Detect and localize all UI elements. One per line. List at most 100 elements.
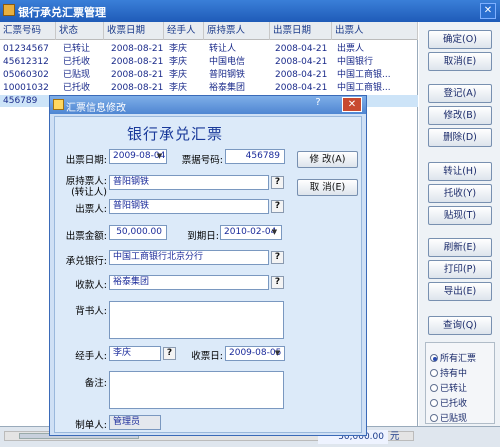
cell: 2008-04-21 <box>275 44 328 54</box>
table-row[interactable]: 01234567 已转让 2008-08-21 李庆 转让人 2008-04-2… <box>0 43 418 55</box>
cell: 普阳钢铁 <box>209 70 246 80</box>
due-date-picker[interactable]: 2010-02-04 ▼ <box>220 225 282 240</box>
column-header[interactable]: 原持票人 <box>204 22 270 40</box>
orig-holder-sublabel: (转让人) <box>71 187 107 198</box>
app-icon <box>3 4 15 16</box>
filter-collected[interactable]: 已托收 <box>430 396 467 409</box>
confirm-button[interactable]: 确定(O) <box>428 30 492 49</box>
cell: 李庆 <box>169 44 188 54</box>
discount-button[interactable]: 贴现(T) <box>428 206 492 225</box>
column-header[interactable]: 收票日期 <box>104 22 164 40</box>
endorser-label: 背书人: <box>75 306 107 317</box>
unit-label: 元 <box>390 431 400 442</box>
accept-bank-field[interactable]: 中国工商银行北京分行 <box>109 250 269 265</box>
filter-transferred[interactable]: 已转让 <box>430 381 467 394</box>
cell: 已托收 <box>63 57 91 67</box>
refresh-button[interactable]: 刷新(E) <box>428 238 492 257</box>
cell: 2008-08-21 <box>111 57 164 67</box>
cancel-button[interactable]: 取消(E) <box>428 52 492 71</box>
window-close-button[interactable]: ✕ <box>480 3 496 19</box>
cell: 10001032 <box>3 83 49 93</box>
cancel-dialog-button[interactable]: 取 消(E) <box>297 179 358 196</box>
cell: 已转让 <box>63 44 91 54</box>
transfer-button[interactable]: 转让(H) <box>428 162 492 181</box>
radio-label: 所有汇票 <box>440 354 477 364</box>
creator-label: 制单人: <box>75 420 107 431</box>
amount-field[interactable]: 50,000.00 <box>109 225 167 240</box>
cell: 裕泰集团 <box>209 83 246 93</box>
modify-button[interactable]: 修改(B) <box>428 106 492 125</box>
filter-all[interactable]: 所有汇票 <box>430 351 476 364</box>
cell: 2008-08-21 <box>111 70 164 80</box>
column-header[interactable]: 汇票号码 <box>0 22 56 40</box>
window-titlebar: 银行承兑汇票管理 ✕ <box>0 0 500 22</box>
handler-field[interactable]: 李庆 <box>109 346 161 361</box>
radio-dot <box>430 354 438 362</box>
cell: 李庆 <box>169 83 188 93</box>
dialog-titlebar: 汇票信息修改 ? ✕ <box>50 96 366 114</box>
print-button[interactable]: 打印(P) <box>428 260 492 279</box>
recv-date-label: 收票日: <box>191 351 223 362</box>
issue-date-picker[interactable]: 2009-08-04 ▼ <box>109 149 167 164</box>
window-title: 银行承兑汇票管理 <box>18 6 106 19</box>
drawer-field[interactable]: 普阳钢铁 <box>109 199 269 214</box>
payee-lookup-button[interactable]: ? <box>271 276 284 289</box>
table-row[interactable]: 45612312 已托收 2008-08-21 李庆 中国电信 2008-04-… <box>0 56 418 68</box>
cell: 456789 <box>3 96 38 106</box>
dialog-close-button[interactable]: ✕ <box>342 97 362 112</box>
cell: 2008-04-21 <box>275 83 328 93</box>
delete-button[interactable]: 删除(D) <box>428 128 492 147</box>
payee-label: 收款人: <box>75 280 107 291</box>
radio-label: 已托收 <box>440 399 468 409</box>
accept-bank-lookup-button[interactable]: ? <box>271 251 284 264</box>
filter-discounted[interactable]: 已贴现 <box>430 411 467 424</box>
column-header[interactable]: 出票人 <box>332 22 418 40</box>
handler-lookup-button[interactable]: ? <box>163 347 176 360</box>
cell: 2008-04-21 <box>275 57 328 67</box>
chevron-down-icon[interactable]: ▼ <box>272 348 283 359</box>
cell: 中国工商银... <box>337 70 391 80</box>
register-button[interactable]: 登记(A) <box>428 84 492 103</box>
chevron-down-icon[interactable]: ▼ <box>154 151 165 162</box>
table-row[interactable]: 05060302 已贴现 2008-08-21 李庆 普阳钢铁 2008-04-… <box>0 69 418 81</box>
orig-holder-field[interactable]: 普阳钢铁 <box>109 175 269 190</box>
export-button[interactable]: 导出(E) <box>428 282 492 301</box>
column-header[interactable]: 状态 <box>56 22 104 40</box>
column-header[interactable]: 经手人 <box>164 22 204 40</box>
query-button[interactable]: 查询(Q) <box>428 316 492 335</box>
cell: 中国银行 <box>337 57 374 67</box>
recv-date-picker[interactable]: 2009-08-05 ▼ <box>225 346 285 361</box>
cell: 中国工商银... <box>337 83 391 93</box>
radio-dot <box>430 369 438 377</box>
table-row[interactable]: 10001032 已托收 2008-08-21 李庆 裕泰集团 2008-04-… <box>0 82 418 94</box>
cell: 2008-08-21 <box>111 44 164 54</box>
cell: 出票人 <box>337 44 365 54</box>
orig-holder-lookup-button[interactable]: ? <box>271 176 284 189</box>
payee-field[interactable]: 裕泰集团 <box>109 275 269 290</box>
radio-label: 持有中 <box>440 369 468 379</box>
issue-date-label: 出票日期: <box>65 155 107 166</box>
drawer-label: 出票人: <box>75 204 107 215</box>
endorser-textarea[interactable] <box>109 301 284 339</box>
help-icon[interactable]: ? <box>311 97 325 111</box>
bill-no-field[interactable]: 456789 <box>225 149 285 164</box>
dialog-icon <box>53 99 64 110</box>
cell: 45612312 <box>3 57 49 67</box>
cell: 05060302 <box>3 70 49 80</box>
action-panel: 确定(O) 取消(E) 登记(A) 修改(B) 删除(D) 转让(H) 托收(Y… <box>419 22 500 426</box>
collect-button[interactable]: 托收(Y) <box>428 184 492 203</box>
column-header[interactable]: 出票日期 <box>270 22 332 40</box>
chevron-down-icon[interactable]: ▼ <box>269 227 280 238</box>
note-textarea[interactable] <box>109 371 284 409</box>
cell: 01234567 <box>3 44 49 54</box>
note-label: 备注: <box>84 378 107 389</box>
drawer-lookup-button[interactable]: ? <box>271 200 284 213</box>
creator-field: 管理员 <box>109 415 161 430</box>
dialog-heading: 银行承兑汇票 <box>127 125 224 143</box>
radio-dot <box>430 384 438 392</box>
modify-confirm-button[interactable]: 修 改(A) <box>297 151 358 168</box>
due-date-label: 到期日: <box>187 231 219 242</box>
handler-label: 经手人: <box>75 351 107 362</box>
cell: 中国电信 <box>209 57 246 67</box>
filter-holding[interactable]: 持有中 <box>430 366 467 379</box>
